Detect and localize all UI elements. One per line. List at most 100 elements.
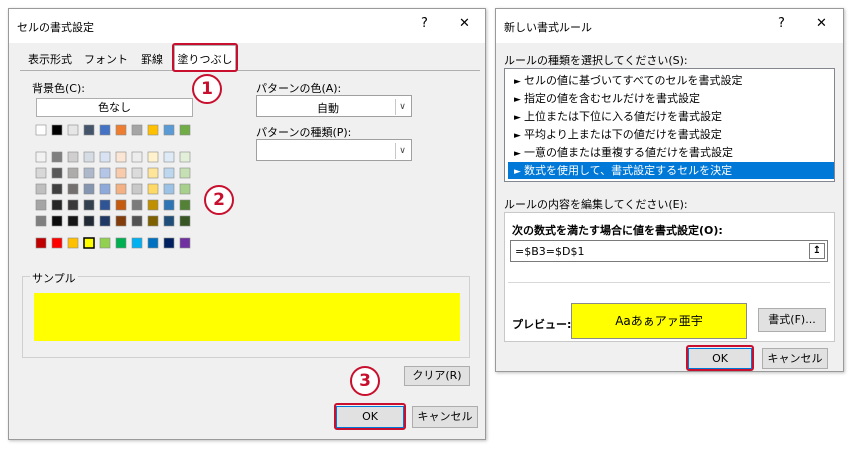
- color-swatch[interactable]: [67, 215, 79, 227]
- format-button[interactable]: 書式(F)...: [758, 308, 826, 332]
- color-swatch[interactable]: [163, 199, 175, 211]
- color-swatch[interactable]: [131, 124, 143, 136]
- color-swatch[interactable]: [131, 215, 143, 227]
- color-swatch[interactable]: [83, 215, 95, 227]
- color-swatch[interactable]: [99, 124, 111, 136]
- rule-type-item[interactable]: ► 一意の値または重複する値だけを書式設定: [508, 144, 834, 161]
- color-swatch[interactable]: [83, 124, 95, 136]
- color-swatch[interactable]: [99, 199, 111, 211]
- color-swatch[interactable]: [35, 151, 47, 163]
- color-swatch[interactable]: [51, 167, 63, 179]
- color-swatch[interactable]: [115, 183, 127, 195]
- color-swatch[interactable]: [51, 237, 63, 249]
- tab-font[interactable]: フォント: [80, 48, 132, 70]
- callout-2: 2: [204, 185, 234, 215]
- rule-type-item[interactable]: ► セルの値に基づいてすべてのセルを書式設定: [508, 72, 834, 89]
- color-swatch[interactable]: [99, 237, 111, 249]
- color-swatch[interactable]: [115, 237, 127, 249]
- chevron-down-icon[interactable]: ∨: [395, 99, 409, 115]
- color-swatch[interactable]: [163, 215, 175, 227]
- color-swatch[interactable]: [51, 199, 63, 211]
- color-swatch[interactable]: [179, 183, 191, 195]
- close-icon[interactable]: ✕: [459, 16, 470, 31]
- color-swatch[interactable]: [83, 151, 95, 163]
- color-swatch[interactable]: [131, 237, 143, 249]
- color-swatch[interactable]: [115, 215, 127, 227]
- rule-type-item[interactable]: ► 上位または下位に入る値だけを書式設定: [508, 108, 834, 125]
- color-swatch[interactable]: [115, 167, 127, 179]
- color-swatch[interactable]: [131, 151, 143, 163]
- color-swatch[interactable]: [115, 151, 127, 163]
- color-swatch[interactable]: [163, 167, 175, 179]
- color-swatch[interactable]: [115, 124, 127, 136]
- color-swatch[interactable]: [147, 237, 159, 249]
- color-swatch[interactable]: [35, 237, 47, 249]
- tab-border[interactable]: 罫線: [134, 48, 170, 70]
- color-swatch[interactable]: [147, 215, 159, 227]
- color-swatch[interactable]: [83, 183, 95, 195]
- no-color-button[interactable]: 色なし: [36, 98, 193, 117]
- chevron-down-icon[interactable]: ∨: [395, 143, 409, 159]
- color-swatch[interactable]: [51, 215, 63, 227]
- collapse-dialog-icon[interactable]: ↥: [809, 243, 825, 259]
- color-swatch[interactable]: [67, 124, 79, 136]
- rule-type-item[interactable]: ► 平均より上または下の値だけを書式設定: [508, 126, 834, 143]
- color-swatch[interactable]: [163, 237, 175, 249]
- color-swatch[interactable]: [179, 215, 191, 227]
- color-swatch[interactable]: [99, 183, 111, 195]
- clear-button[interactable]: クリア(R): [404, 366, 470, 386]
- color-swatch[interactable]: [147, 199, 159, 211]
- color-swatch[interactable]: [67, 199, 79, 211]
- help-icon[interactable]: ?: [421, 16, 428, 31]
- help-icon[interactable]: ?: [778, 16, 785, 31]
- formula-label: 次の数式を満たす場合に値を書式設定(O):: [512, 224, 723, 237]
- color-swatch[interactable]: [35, 199, 47, 211]
- rule-type-text: 上位または下位に入る値だけを書式設定: [524, 110, 722, 123]
- color-swatch[interactable]: [99, 215, 111, 227]
- pattern-type-dropdown[interactable]: ∨: [256, 139, 412, 161]
- color-swatch[interactable]: [51, 183, 63, 195]
- color-swatch[interactable]: [83, 237, 95, 249]
- color-swatch[interactable]: [35, 124, 47, 136]
- color-swatch[interactable]: [163, 124, 175, 136]
- tab-number-format[interactable]: 表示形式: [22, 48, 78, 70]
- color-swatch[interactable]: [163, 183, 175, 195]
- color-swatch[interactable]: [115, 199, 127, 211]
- color-swatch[interactable]: [147, 124, 159, 136]
- color-swatch[interactable]: [83, 167, 95, 179]
- color-swatch[interactable]: [147, 167, 159, 179]
- cancel-button[interactable]: キャンセル: [762, 348, 828, 369]
- color-swatch[interactable]: [67, 237, 79, 249]
- color-swatch[interactable]: [51, 151, 63, 163]
- color-swatch[interactable]: [163, 151, 175, 163]
- color-swatch[interactable]: [179, 167, 191, 179]
- color-swatch[interactable]: [179, 237, 191, 249]
- color-swatch[interactable]: [99, 167, 111, 179]
- color-swatch[interactable]: [179, 151, 191, 163]
- rule-type-item[interactable]: ► 指定の値を含むセルだけを書式設定: [508, 90, 834, 107]
- ok-button-highlight: [334, 403, 406, 430]
- color-swatch[interactable]: [67, 183, 79, 195]
- color-swatch[interactable]: [131, 199, 143, 211]
- color-swatch[interactable]: [35, 167, 47, 179]
- color-swatch[interactable]: [51, 124, 63, 136]
- color-swatch[interactable]: [83, 199, 95, 211]
- close-icon[interactable]: ✕: [816, 16, 827, 31]
- rule-type-item-selected[interactable]: ► 数式を使用して、書式設定するセルを決定: [508, 162, 834, 179]
- color-swatch[interactable]: [67, 167, 79, 179]
- preview-box: Aaあぁアァ亜宇: [571, 303, 747, 339]
- color-swatch[interactable]: [131, 183, 143, 195]
- color-swatch[interactable]: [147, 151, 159, 163]
- arrow-right-icon: ►: [514, 149, 521, 159]
- formula-input[interactable]: =$B3=$D$1 ↥: [510, 240, 828, 262]
- color-swatch[interactable]: [179, 199, 191, 211]
- cancel-button[interactable]: キャンセル: [412, 406, 478, 428]
- color-swatch[interactable]: [99, 151, 111, 163]
- color-swatch[interactable]: [131, 167, 143, 179]
- color-swatch[interactable]: [67, 151, 79, 163]
- color-swatch[interactable]: [35, 215, 47, 227]
- color-swatch[interactable]: [147, 183, 159, 195]
- pattern-color-dropdown[interactable]: 自動 ∨: [256, 95, 412, 117]
- color-swatch[interactable]: [35, 183, 47, 195]
- color-swatch[interactable]: [179, 124, 191, 136]
